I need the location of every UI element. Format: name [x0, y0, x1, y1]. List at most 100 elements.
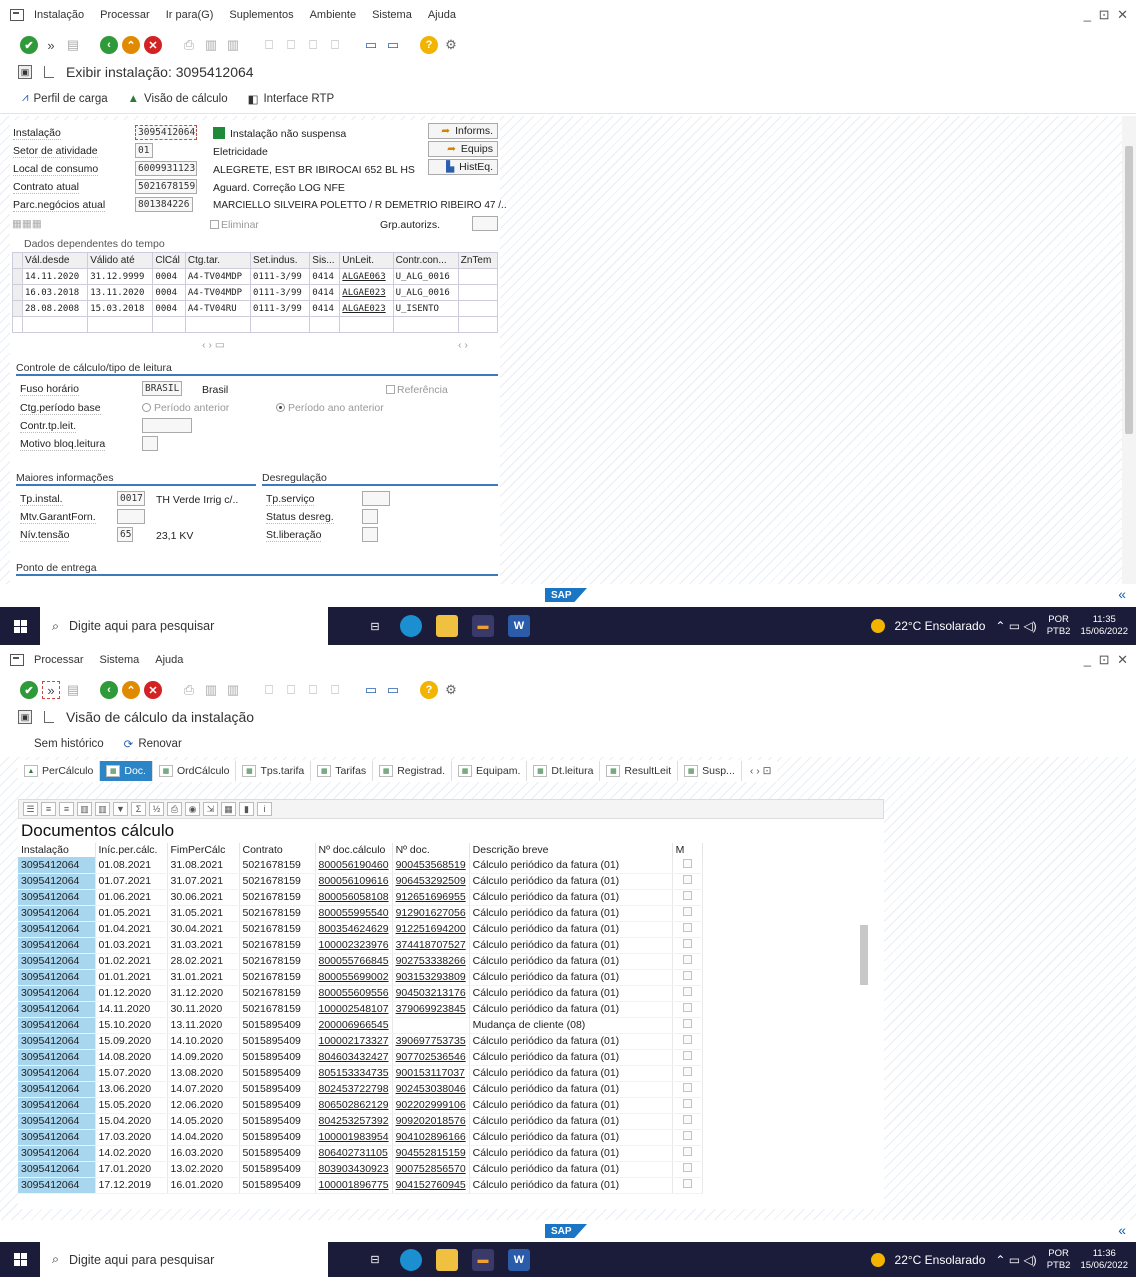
table-row[interactable]: 3095412064 17.12.2019 16.01.2020 5015895409…	[18, 1177, 703, 1194]
table-row[interactable]: 3095412064 15.07.2020 13.08.2020 5015895409…	[18, 1065, 703, 1082]
table-cell[interactable]: 800056190460	[315, 857, 393, 874]
col-contr-con[interactable]: Contr.con...	[392, 252, 459, 269]
word-icon[interactable]: W	[508, 1248, 530, 1271]
info-button[interactable]: ➦ Informs.	[428, 123, 498, 139]
table-row[interactable]: 3095412064 01.05.2021 31.05.2021 5021678159…	[18, 905, 703, 922]
mark-checkbox[interactable]	[682, 923, 692, 932]
tab-dt-leitura[interactable]: ▦ Dt.leitura	[527, 761, 601, 781]
no-history-button[interactable]: Sem histórico	[22, 738, 104, 750]
rtp-interface-button[interactable]: ◧ Interface RTP	[248, 92, 335, 106]
refresh-button[interactable]: ⟳ Renovar	[124, 737, 182, 751]
print-icon[interactable]: ⎙	[180, 681, 198, 699]
installation-field[interactable]: 3095412064	[135, 125, 197, 140]
find-next-icon[interactable]: ▥	[224, 681, 242, 699]
table-cell[interactable]: 903153293809	[392, 969, 470, 986]
mark-checkbox[interactable]	[682, 1067, 692, 1076]
find-icon[interactable]: ▥	[202, 681, 220, 699]
timezone-field[interactable]: BRASIL	[142, 381, 182, 396]
table-row[interactable]: 3095412064 01.08.2021 31.08.2021 5021678159…	[18, 857, 703, 874]
table-cell[interactable]: 902202999106	[392, 1097, 470, 1114]
row-selector[interactable]	[12, 300, 23, 317]
task-view-icon[interactable]: ⊟	[364, 615, 386, 637]
weather-text[interactable]: 22°C Ensolarado	[895, 1253, 986, 1267]
business-partner-field[interactable]: 801384226	[135, 197, 193, 212]
shortcut-icon[interactable]: ▭	[384, 36, 402, 54]
tab-doc[interactable]: ▦ Doc.	[100, 761, 153, 781]
mark-checkbox[interactable]	[682, 1163, 692, 1172]
mark-checkbox[interactable]	[682, 907, 692, 916]
equips-button[interactable]: ➦ Equips	[428, 141, 498, 157]
tab-registrad[interactable]: ▦ Registrad.	[373, 761, 453, 781]
mark-checkbox[interactable]	[682, 858, 692, 868]
table-cell[interactable]: 800055766845	[315, 953, 393, 970]
first-page-icon[interactable]: ⎕	[260, 36, 278, 54]
table-cell[interactable]: 100002173327	[315, 1033, 393, 1050]
enter-icon[interactable]: ✔	[20, 681, 38, 699]
first-page-icon[interactable]: ⎕	[260, 681, 278, 699]
shortcut-icon[interactable]: ▭	[384, 681, 402, 699]
view-icon[interactable]: ◉	[185, 802, 200, 816]
table-cell[interactable]: 907702536546	[392, 1049, 470, 1066]
time-dependent-cell[interactable]: ALGAE063	[339, 268, 394, 285]
table-cell[interactable]: 909202018576	[392, 1113, 470, 1130]
time-dependent-row[interactable]: 14.11.2020 31.12.9999 0004 A4-TV04MDP 0111-3…	[12, 268, 499, 285]
windows-start-icon[interactable]	[0, 1241, 40, 1277]
last-page-icon[interactable]: ⎕	[326, 36, 344, 54]
table-cell[interactable]: 374418707527	[392, 937, 470, 954]
collapse-chevron-icon[interactable]: «	[1118, 586, 1126, 602]
edge-icon[interactable]	[400, 1248, 422, 1271]
table-row[interactable]: 3095412064 13.06.2020 14.07.2020 5015895409…	[18, 1081, 703, 1098]
column-header[interactable]: Contrato	[239, 843, 316, 857]
consumption-location-field[interactable]: 6009931123	[135, 161, 197, 176]
table-row[interactable]: 3095412064 01.03.2021 31.03.2021 5021678159…	[18, 937, 703, 954]
table-cell[interactable]: 904552815159	[392, 1145, 470, 1162]
print-icon[interactable]: ⎙	[167, 802, 182, 816]
mark-checkbox[interactable]	[682, 1115, 692, 1124]
table-cell[interactable]: 902453038046	[392, 1081, 470, 1098]
menu-ambiente[interactable]: Ambiente	[310, 9, 356, 21]
auth-group-field[interactable]	[472, 216, 498, 231]
file-explorer-icon[interactable]	[436, 1248, 458, 1271]
taskbar-search[interactable]: ⌕ Digite aqui para pesquisar	[40, 607, 328, 645]
column-header[interactable]: Nº doc.	[392, 843, 470, 857]
col-unleit[interactable]: UnLeit.	[339, 252, 394, 269]
col-sis[interactable]: Sis...	[309, 252, 341, 269]
table-row[interactable]: 3095412064 15.05.2020 12.06.2020 5015895409…	[18, 1097, 703, 1114]
column-header[interactable]: Instalação	[18, 843, 96, 857]
menu-ir-para[interactable]: Ir para(G)	[166, 9, 214, 21]
help-icon[interactable]: ?	[420, 36, 438, 54]
table-cell[interactable]: 100001983954	[315, 1129, 393, 1146]
load-profile-button[interactable]: ⩘ Perfil de carga	[22, 92, 108, 105]
table-cell[interactable]: 800055699002	[315, 969, 393, 986]
table-cell[interactable]: 804603432427	[315, 1049, 393, 1066]
menu-sistema[interactable]: Sistema	[100, 654, 140, 666]
table-cell[interactable]: 800354624629	[315, 921, 393, 938]
table-cell[interactable]: 912901627056	[392, 905, 470, 922]
screen-menu-icon[interactable]: ▣	[18, 65, 32, 79]
tab-ordc-lculo[interactable]: ▦ OrdCálculo	[153, 761, 237, 781]
mark-checkbox[interactable]	[682, 1179, 692, 1188]
column-header[interactable]: Descrição breve	[469, 843, 673, 857]
info-icon[interactable]: i	[257, 802, 272, 816]
table-cell[interactable]: 912651696955	[392, 889, 470, 906]
row-selector[interactable]	[12, 268, 23, 285]
mark-checkbox[interactable]	[682, 891, 692, 900]
clock[interactable]: 11:35 15/06/2022	[1080, 614, 1128, 638]
table-cell[interactable]: 800056109616	[315, 873, 393, 890]
table-cell[interactable]: 390697753735	[392, 1033, 470, 1050]
word-icon[interactable]: W	[508, 615, 530, 637]
scrollbar-thumb[interactable]	[1125, 146, 1133, 434]
screen-menu-icon[interactable]: ▣	[18, 710, 32, 724]
exit-icon[interactable]: ⌃	[122, 36, 140, 54]
table-cell[interactable]: 800056058108	[315, 889, 393, 906]
menu-ajuda[interactable]: Ajuda	[155, 654, 183, 666]
layout-icon[interactable]: ▦	[221, 802, 236, 816]
cancel-icon[interactable]: ✕	[144, 681, 162, 699]
col-set-indus[interactable]: Set.indus.	[250, 252, 311, 269]
sort-asc-icon[interactable]: ≡	[41, 802, 56, 816]
menu-processar[interactable]: Processar	[34, 654, 84, 666]
subtotal-icon[interactable]: ½	[149, 802, 164, 816]
table-cell[interactable]: 379069923845	[392, 1001, 470, 1018]
menu-sistema[interactable]: Sistema	[372, 9, 412, 21]
menu-icon[interactable]	[10, 9, 24, 21]
